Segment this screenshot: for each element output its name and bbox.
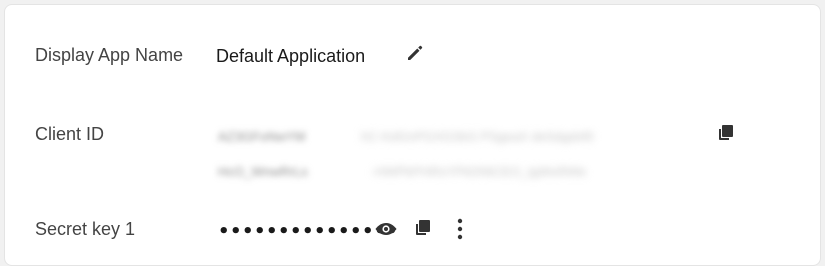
client-id-line1-start: AZ3GFoNwYM xyxy=(218,129,306,144)
client-id-line2-end: -HWPkPHRsYPkDNtCEO_tgWoRWe xyxy=(371,164,587,179)
secret-key-label: Secret key 1 xyxy=(35,219,136,239)
secret-key-masked-value: ••••••••••••••• xyxy=(218,221,399,242)
more-vertical-icon[interactable] xyxy=(453,217,467,241)
copy-secret-icon[interactable] xyxy=(413,218,433,238)
eye-icon[interactable] xyxy=(374,219,398,239)
pencil-icon[interactable] xyxy=(405,43,425,63)
client-id-line2-start: HcO_WnwRrLs xyxy=(218,164,308,179)
client-id-line1-end: hC-KdGnPGXGSkS PSgeaX deSdgdsf0 xyxy=(361,129,594,144)
copy-icon[interactable] xyxy=(716,123,736,143)
display-app-name-label: Display App Name xyxy=(35,45,184,65)
display-app-name-value: Default Application xyxy=(216,46,366,66)
client-id-label: Client ID xyxy=(35,124,105,144)
app-credentials-card: Display App Name Default Application Cli… xyxy=(4,4,821,266)
